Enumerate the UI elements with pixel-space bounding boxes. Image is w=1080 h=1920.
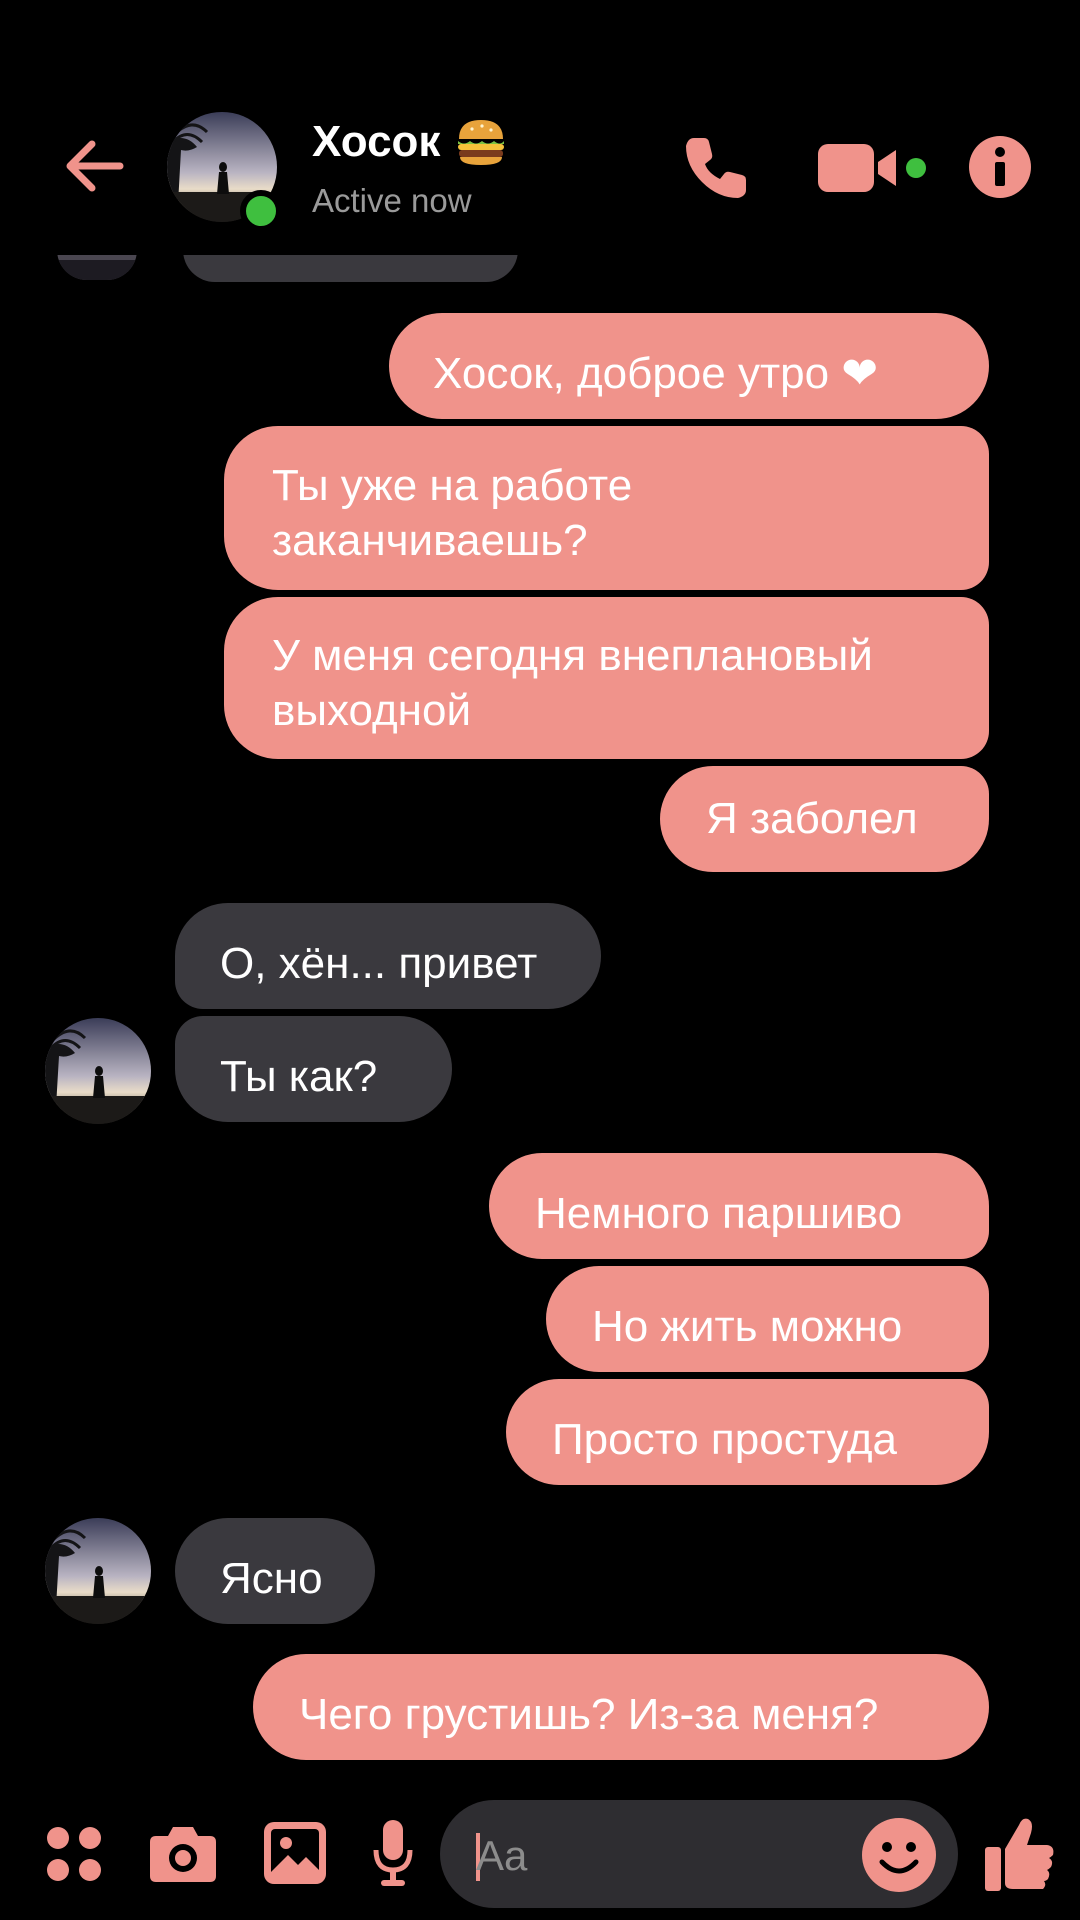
camera-icon (150, 1827, 216, 1882)
message-bubble-sent[interactable]: Но жить можно (546, 1266, 989, 1372)
message-bubble-sent[interactable]: Хосок, доброе утро ❤ (389, 313, 989, 419)
message-input-placeholder: Aa (476, 1832, 528, 1879)
message-bubble-sent[interactable]: Я заболел (660, 766, 989, 872)
message-bubble-sent[interactable]: У меня сегодня внеплановый выходной (224, 597, 989, 759)
contact-avatar-button[interactable] (167, 112, 282, 232)
image-icon (264, 1822, 326, 1884)
message-text: Ясно (220, 1554, 323, 1603)
smiley-icon (862, 1818, 936, 1892)
thumbs-up-icon (985, 1818, 1054, 1891)
chat-header: Хосок Active now (0, 0, 1080, 255)
message-text: Я заболел (706, 794, 918, 843)
info-button[interactable] (968, 135, 1032, 204)
contact-avatar-small[interactable] (45, 1018, 151, 1124)
message-text-line: У меня сегодня внеплановый (272, 631, 873, 680)
video-camera-icon (818, 144, 926, 192)
message-text: Чего грустишь? Из-за меня? (299, 1690, 879, 1739)
microphone-icon (373, 1820, 413, 1886)
online-indicator (240, 190, 282, 232)
contact-avatar-small[interactable] (45, 1518, 151, 1624)
back-button[interactable] (58, 130, 130, 202)
chat-screen: Хосок Active now Хосок, доброе утро ❤ Ты… (0, 0, 1080, 1920)
contact-name-row[interactable]: Хосок (312, 115, 508, 169)
message-text: Немного паршиво (535, 1189, 903, 1238)
arrow-left-icon (66, 140, 124, 192)
voice-message-button[interactable] (373, 1820, 413, 1893)
contact-status: Active now (312, 182, 472, 219)
more-actions-button[interactable] (45, 1825, 103, 1888)
video-call-button[interactable] (818, 140, 936, 201)
message-text-line: заканчиваешь? (272, 516, 588, 565)
gallery-button[interactable] (264, 1822, 326, 1889)
message-text: Ты как? (220, 1052, 378, 1101)
message-bubble-received[interactable]: О, хён... привет (175, 903, 601, 1009)
message-bubble-sent[interactable]: Просто простуда (506, 1379, 989, 1485)
message-text: О, хён... привет (220, 939, 538, 988)
message-bubble-sent[interactable]: Немного паршиво (489, 1153, 989, 1259)
message-text-line: выходной (272, 686, 472, 735)
phone-icon (686, 138, 746, 198)
like-button[interactable] (985, 1815, 1055, 1896)
camera-button[interactable] (150, 1822, 216, 1887)
info-icon (969, 136, 1031, 198)
contact-name: Хосок (312, 117, 441, 166)
emoji-button[interactable] (862, 1818, 936, 1897)
message-text: Но жить можно (592, 1302, 903, 1351)
message-text: Просто простуда (552, 1415, 898, 1464)
message-bubble-received[interactable]: Ты как? (175, 1016, 452, 1122)
burger-emoji-icon (458, 120, 505, 165)
four-dots-icon (47, 1827, 101, 1881)
call-button[interactable] (680, 132, 752, 209)
message-bubble-sent[interactable]: Чего грустишь? Из-за меня? (253, 1654, 989, 1760)
message-bubble-received[interactable]: Ясно (175, 1518, 375, 1624)
message-text: Хосок, доброе утро ❤ (433, 349, 879, 398)
message-text-line: Ты уже на работе (272, 461, 633, 510)
message-bubble-sent[interactable]: Ты уже на работе заканчиваешь? (224, 426, 989, 590)
